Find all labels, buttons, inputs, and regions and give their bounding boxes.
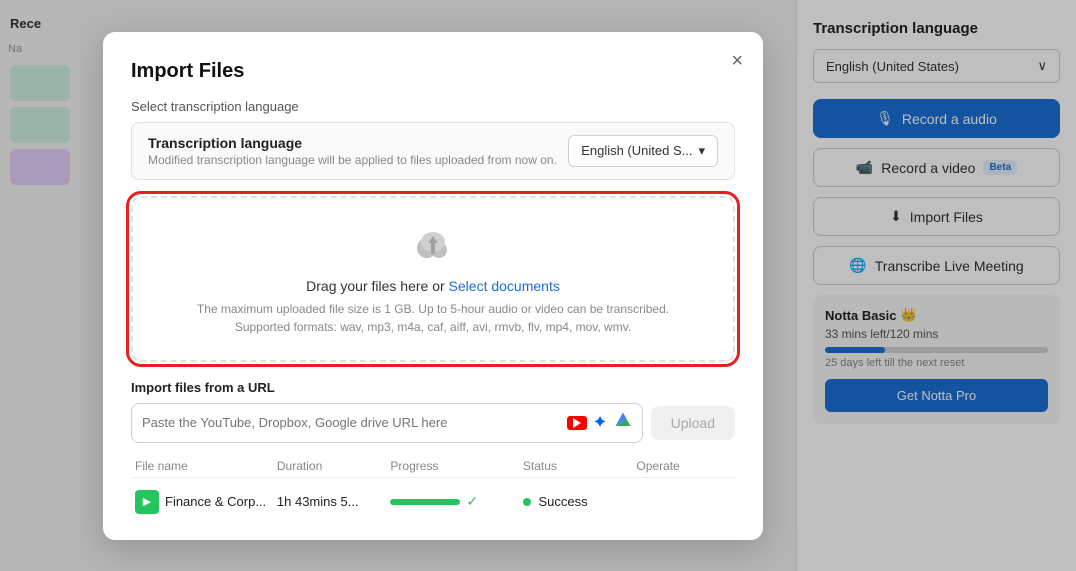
table-row: ▶ Finance & Corp... 1h 43mins 5... ✓ Suc… xyxy=(131,484,735,520)
select-documents-link[interactable]: Select documents xyxy=(449,278,560,294)
drop-sub-line2: Supported formats: wav, mp3, m4a, caf, a… xyxy=(153,318,713,336)
yt-triangle xyxy=(573,418,581,428)
gdrive-svg xyxy=(614,411,632,429)
file-duration: 1h 43mins 5... xyxy=(277,494,391,509)
col-progress: Progress xyxy=(390,459,522,473)
col-status: Status xyxy=(523,459,637,473)
upload-cloud-icon xyxy=(409,222,457,270)
lang-bar-sub: Modified transcription language will be … xyxy=(148,153,568,167)
progress-mini-bar xyxy=(390,499,460,505)
url-label: Import files from a URL xyxy=(131,380,735,395)
lang-chevron-icon: ▾ xyxy=(698,143,705,159)
lang-bar-title: Transcription language xyxy=(148,135,568,151)
google-drive-icon xyxy=(614,411,632,434)
check-icon: ✓ xyxy=(466,493,478,510)
col-duration: Duration xyxy=(277,459,391,473)
import-files-modal: × Import Files Select transcription lang… xyxy=(103,32,763,540)
drop-zone[interactable]: Drag your files here or Select documents… xyxy=(131,196,735,362)
lang-select-button[interactable]: English (United S... ▾ xyxy=(568,135,718,167)
drop-sub-line1: The maximum uploaded file size is 1 GB. … xyxy=(153,300,713,318)
modal-title: Import Files xyxy=(131,60,735,83)
progress-cell: ✓ xyxy=(390,493,522,510)
url-input[interactable] xyxy=(142,415,559,430)
file-icon: ▶ xyxy=(135,490,159,514)
status-dot xyxy=(523,498,531,506)
drop-text-label: Drag your files here or xyxy=(306,278,448,294)
col-operate: Operate xyxy=(636,459,731,473)
col-filename: File name xyxy=(135,459,277,473)
status-text: Success xyxy=(538,494,587,509)
file-table-header: File name Duration Progress Status Opera… xyxy=(131,459,735,478)
status-cell: Success xyxy=(523,494,637,509)
lang-bar-left: Transcription language Modified transcri… xyxy=(148,135,568,167)
url-icons: ✦ xyxy=(567,411,632,434)
youtube-icon xyxy=(567,416,587,430)
lang-select-value: English (United S... xyxy=(581,143,692,158)
lang-bar: Transcription language Modified transcri… xyxy=(131,122,735,180)
modal-overlay: × Import Files Select transcription lang… xyxy=(0,0,1076,571)
upload-button[interactable]: Upload xyxy=(651,406,735,440)
url-input-wrap: ✦ xyxy=(131,403,643,443)
dropbox-icon: ✦ xyxy=(593,412,608,433)
url-row: ✦ Upload xyxy=(131,403,735,443)
modal-close-button[interactable]: × xyxy=(731,50,743,73)
file-name-cell: ▶ Finance & Corp... xyxy=(135,490,277,514)
select-lang-label: Select transcription language xyxy=(131,99,735,114)
drop-text: Drag your files here or Select documents xyxy=(153,278,713,294)
file-name: Finance & Corp... xyxy=(165,494,266,509)
